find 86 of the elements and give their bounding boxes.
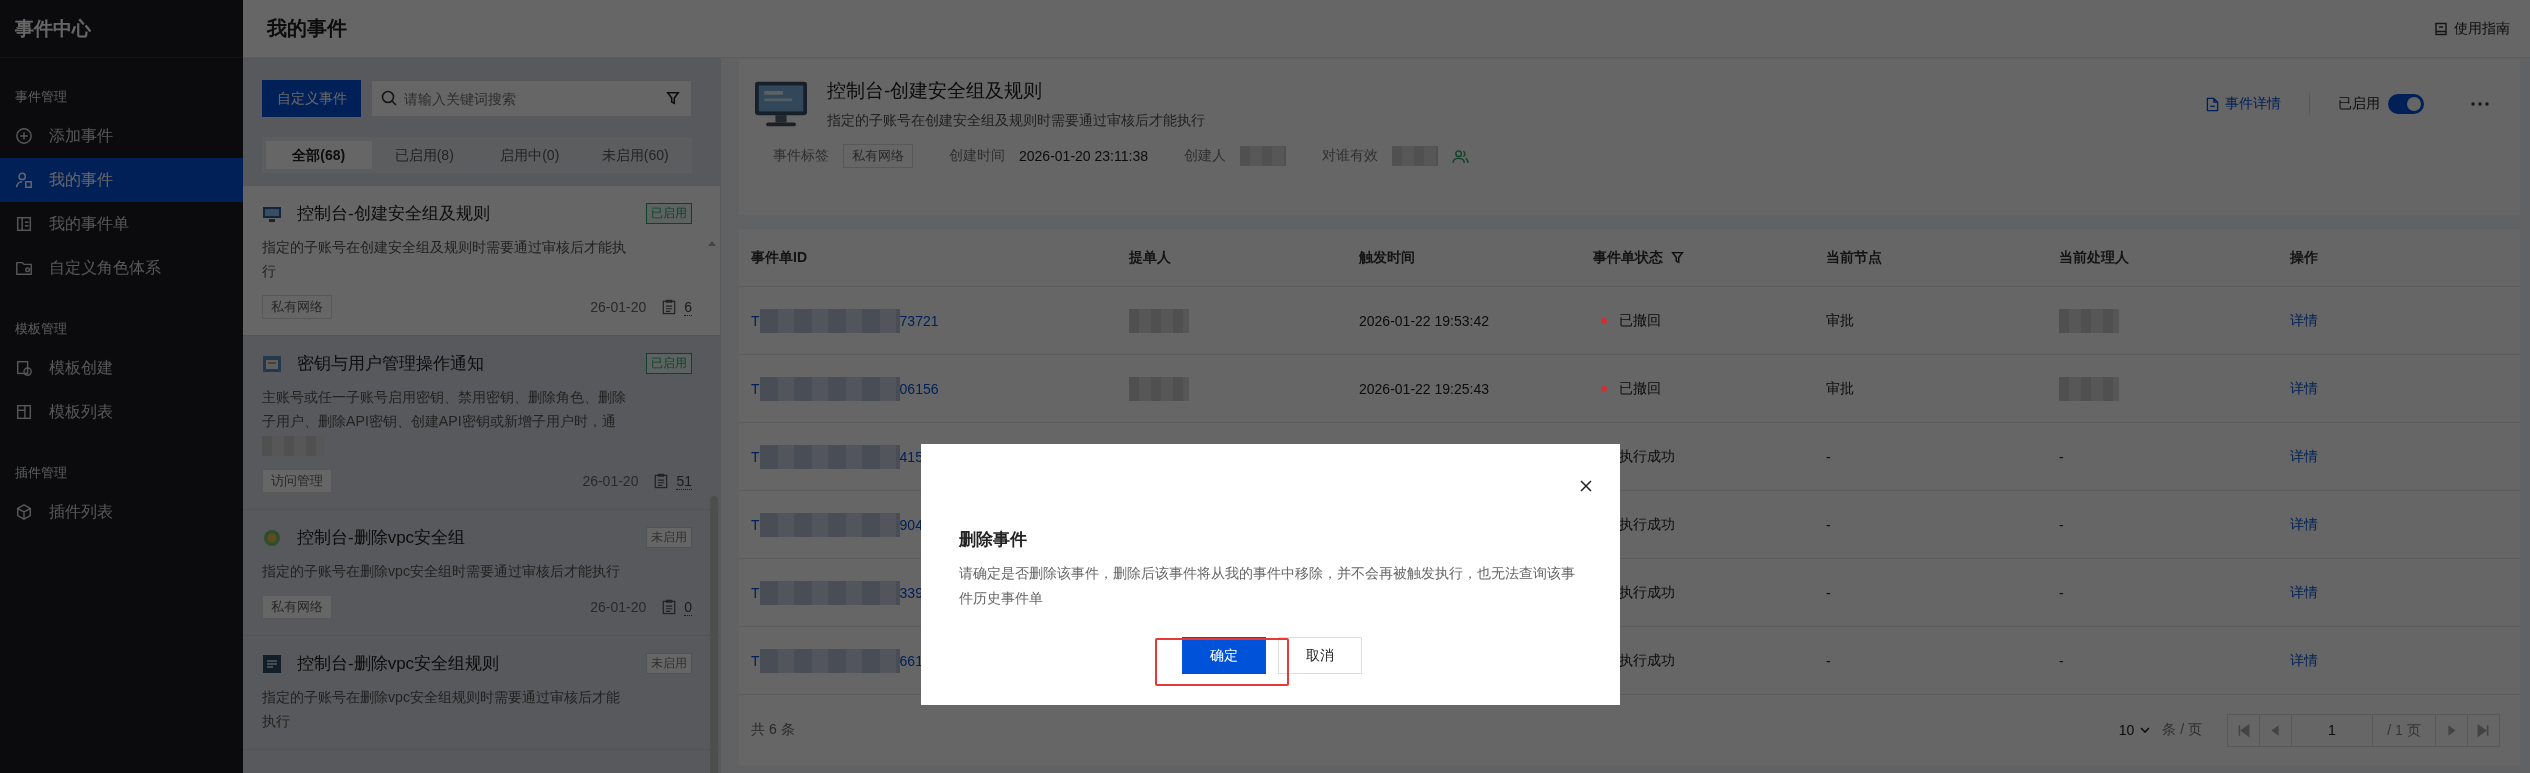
page-size-select[interactable]: 10 xyxy=(2118,722,2151,738)
details-link[interactable]: 详情 xyxy=(2290,311,2318,330)
ticket-id-link[interactable]: 73721 xyxy=(899,312,939,329)
cancel-button[interactable]: 取消 xyxy=(1277,637,1362,674)
table-cell: 执行成功 xyxy=(1619,651,1675,670)
table-cell: 审批 xyxy=(1826,379,1854,398)
details-link[interactable]: 详情 xyxy=(2290,651,2318,670)
details-link[interactable]: 详情 xyxy=(2290,583,2318,602)
event-details-link[interactable]: 事件详情 xyxy=(2206,95,2281,113)
nav-item[interactable]: 我的事件 xyxy=(0,158,243,202)
event-title: 控制台-删除vpc安全组规则 xyxy=(297,653,501,675)
details-link[interactable]: 详情 xyxy=(2290,379,2318,398)
column-header: 操作 xyxy=(2290,248,2318,267)
filter-tab[interactable]: 已启用(8) xyxy=(371,141,477,169)
table-cell: - xyxy=(1826,516,1831,533)
nav-item[interactable]: 插件列表 xyxy=(0,490,243,534)
event-tag: 私有网络 xyxy=(843,144,913,168)
meta-value: 2026-01-20 23:11:38 xyxy=(1019,148,1148,164)
table-cell: 执行成功 xyxy=(1619,515,1675,534)
filter-tab[interactable]: 全部(68) xyxy=(266,141,372,169)
table-cell: 2026-01-22 19:53:42 xyxy=(1359,312,1489,329)
ticket-count[interactable]: 51 xyxy=(676,472,692,490)
details-link[interactable]: 详情 xyxy=(2290,447,2318,466)
nav-item[interactable]: 模板列表 xyxy=(0,390,243,434)
table-cell: - xyxy=(1826,448,1831,465)
table-cell: - xyxy=(2059,652,2064,669)
table-cell: - xyxy=(1826,584,1831,601)
table-cell: 2026-01-22 19:25:43 xyxy=(1359,380,1489,397)
ticket-id-link[interactable]: T xyxy=(751,584,760,601)
table-cell: - xyxy=(2059,516,2064,533)
event-tag: 访问管理 xyxy=(262,469,332,493)
dialog-message: 请确定是否删除该事件，删除后该事件将从我的事件中移除，并不会再被触发执行，也无法查询该事件历史事件单 xyxy=(959,564,1576,608)
column-header: 当前处理人 xyxy=(2059,248,2129,267)
event-card[interactable]: 控制台-创建安全组及规则 已启用 指定的子账号在创建安全组及规则时需要通过审核后才能执行 私有网络 26-01-20 6 xyxy=(243,186,720,336)
filter-tab[interactable]: 未启用(60) xyxy=(582,141,688,169)
ticket-count[interactable]: 0 xyxy=(684,598,692,616)
column-header: 提单人 xyxy=(1129,248,1171,267)
event-detail-title: 控制台-创建安全组及规则 xyxy=(827,79,1044,103)
event-title: 控制台-删除vpc安全组 xyxy=(297,527,467,549)
confirm-button[interactable]: 确定 xyxy=(1181,637,1266,674)
event-title: 控制台-创建安全组及规则 xyxy=(297,203,491,225)
table-cell: 审批 xyxy=(1826,311,1854,330)
table-cell: 执行成功 xyxy=(1619,447,1675,466)
column-header: 事件单状态 xyxy=(1593,248,1663,267)
table-cell: 执行成功 xyxy=(1619,583,1675,602)
status-badge: 已启用 xyxy=(646,353,692,374)
status-badge: 已启用 xyxy=(646,203,692,224)
toggle-label: 已启用 xyxy=(2338,95,2380,113)
table-cell: - xyxy=(2059,584,2064,601)
column-header: 当前节点 xyxy=(1826,248,1882,267)
column-header: 触发时间 xyxy=(1359,248,1415,267)
guide-link[interactable]: 使用指南 xyxy=(2434,19,2510,38)
ticket-id-link[interactable]: T xyxy=(751,312,760,329)
page-input[interactable]: 1 xyxy=(2292,714,2373,746)
event-detail-description: 指定的子账号在创建安全组及规则时需要通过审核后才能执行 xyxy=(827,112,1206,130)
section-heading: 插件管理 xyxy=(14,464,68,482)
section-heading: 模板管理 xyxy=(14,320,68,338)
event-tag: 私有网络 xyxy=(262,295,332,319)
ticket-id-link[interactable]: T xyxy=(751,652,760,669)
ticket-id-link[interactable]: T xyxy=(751,516,760,533)
table-cell: 已撤回 xyxy=(1619,379,1661,398)
ticket-id-link[interactable]: T xyxy=(751,380,760,397)
event-date: 26-01-20 xyxy=(590,299,647,315)
ticket-id-link[interactable]: T xyxy=(751,448,760,465)
column-header: 事件单ID xyxy=(751,248,807,267)
dialog-title: 删除事件 xyxy=(959,529,1028,551)
event-title: 密钥与用户管理操作通知 xyxy=(297,353,485,375)
nav-item[interactable]: 我的事件单 xyxy=(0,202,243,246)
ticket-id-link[interactable]: 904 xyxy=(899,516,923,533)
nav-item[interactable]: 添加事件 xyxy=(0,114,243,158)
nav-item[interactable]: 模板创建 xyxy=(0,346,243,390)
nav-item[interactable]: 自定义角色体系 xyxy=(0,246,243,290)
page-title: 我的事件 xyxy=(267,16,347,41)
table-cell: - xyxy=(2059,448,2064,465)
ticket-id-link[interactable]: 06156 xyxy=(899,380,939,397)
event-tag: 私有网络 xyxy=(262,595,332,619)
ticket-count[interactable]: 6 xyxy=(684,298,692,316)
total-count: 共 6 条 xyxy=(751,721,795,739)
table-cell: 已撤回 xyxy=(1619,311,1661,330)
section-heading: 事件管理 xyxy=(14,88,68,106)
table-cell: - xyxy=(1826,652,1831,669)
create-event-button[interactable]: 自定义事件 xyxy=(262,80,361,117)
filter-tab[interactable]: 启用中(0) xyxy=(477,141,583,169)
details-link[interactable]: 详情 xyxy=(2290,515,2318,534)
event-description: 指定的子账号在创建安全组及规则时需要通过审核后才能执行 xyxy=(262,238,627,281)
ticket-id-link[interactable]: 661 xyxy=(899,652,923,669)
